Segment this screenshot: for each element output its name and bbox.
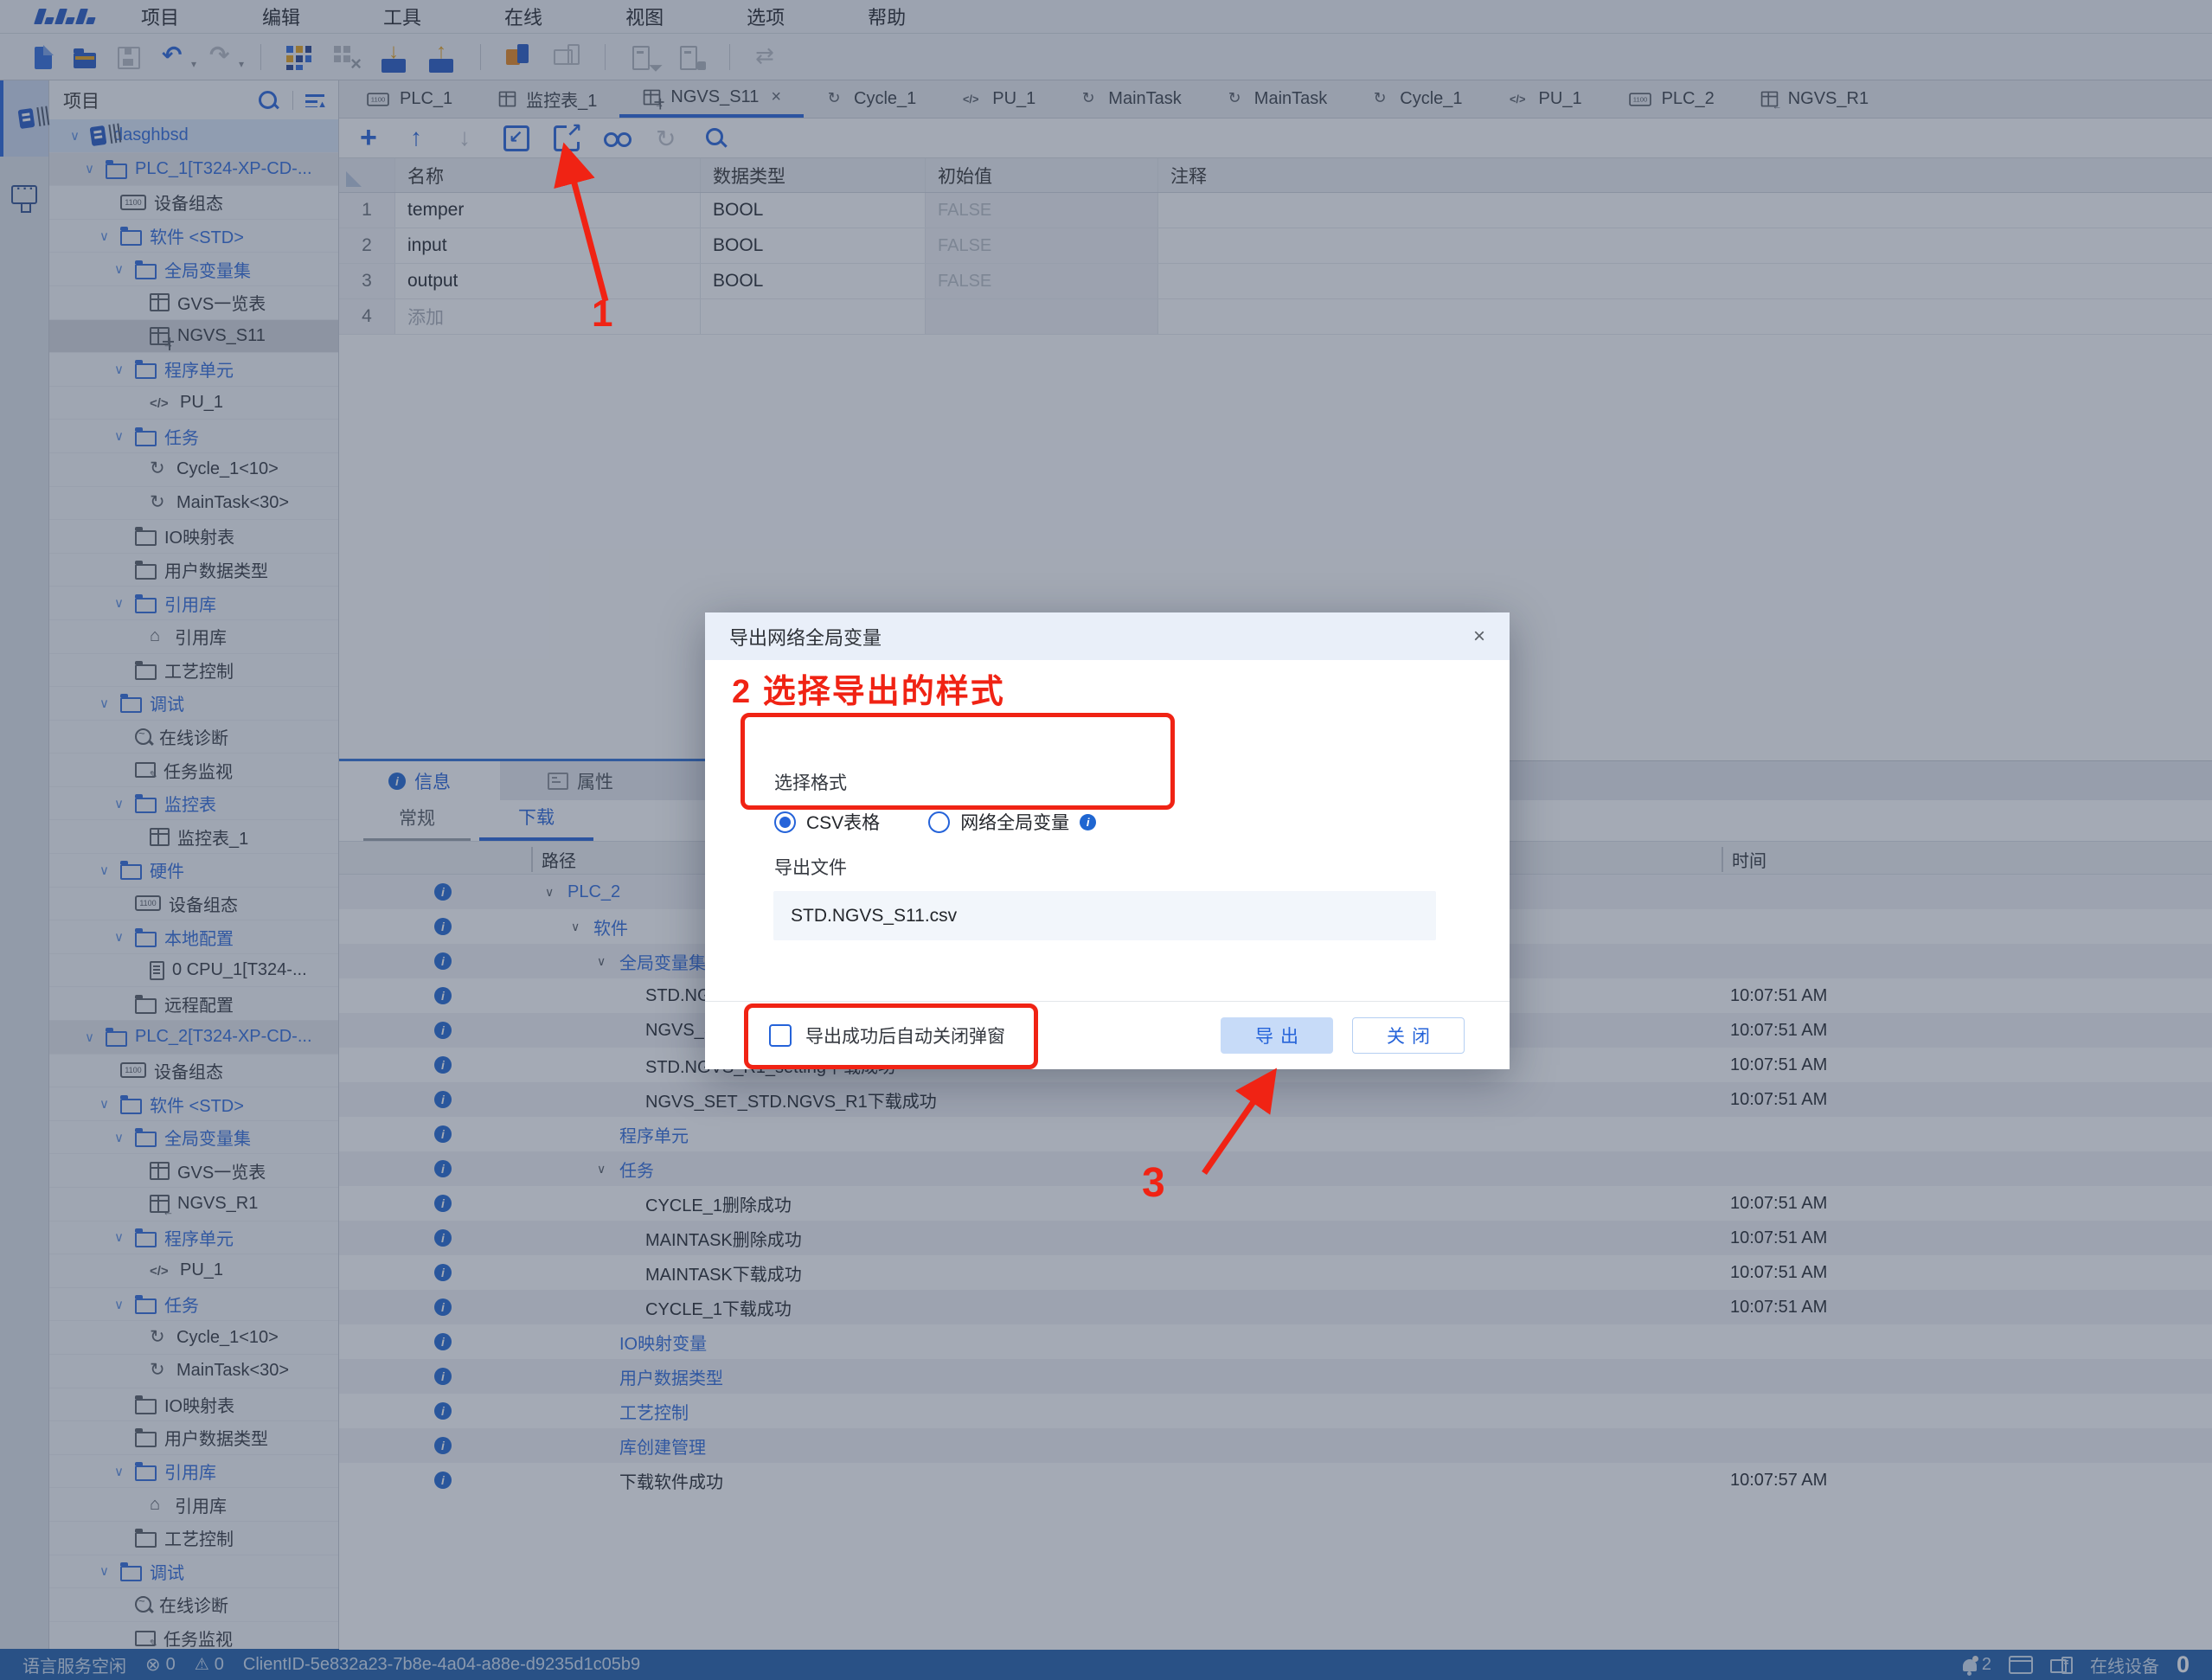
radio-checked-icon[interactable]	[774, 811, 796, 833]
export-filename-field[interactable]: STD.NGVS_S11.csv	[773, 891, 1436, 940]
close-icon[interactable]: ×	[1473, 625, 1485, 649]
export-file-label: 导出文件	[774, 854, 847, 880]
info-icon	[1080, 814, 1096, 830]
radio-network-label: 网络全局变量	[960, 809, 1069, 835]
radio-unchecked-icon[interactable]	[928, 811, 950, 833]
dialog-title: 导出网络全局变量	[729, 623, 882, 651]
radio-csv-label: CSV表格	[806, 809, 880, 835]
application-window: 项目编辑工具在线视图选项帮助 项目 ∨	[0, 0, 2212, 1680]
export-button[interactable]: 导出	[1221, 1017, 1333, 1054]
checkbox-unchecked-icon[interactable]	[769, 1024, 792, 1047]
close-button[interactable]: 关闭	[1352, 1017, 1465, 1054]
radio-csv-option[interactable]: CSV表格	[774, 809, 880, 835]
format-label: 选择格式	[774, 769, 847, 795]
auto-close-label: 导出成功后自动关闭弹窗	[805, 1023, 1005, 1048]
radio-network-option[interactable]: 网络全局变量	[928, 809, 1096, 835]
auto-close-option[interactable]: 导出成功后自动关闭弹窗	[769, 1023, 1005, 1048]
export-dialog: 导出网络全局变量 × 选择格式 CSV表格 网络全局变量 导出文件 STD.NG…	[705, 612, 1510, 1069]
